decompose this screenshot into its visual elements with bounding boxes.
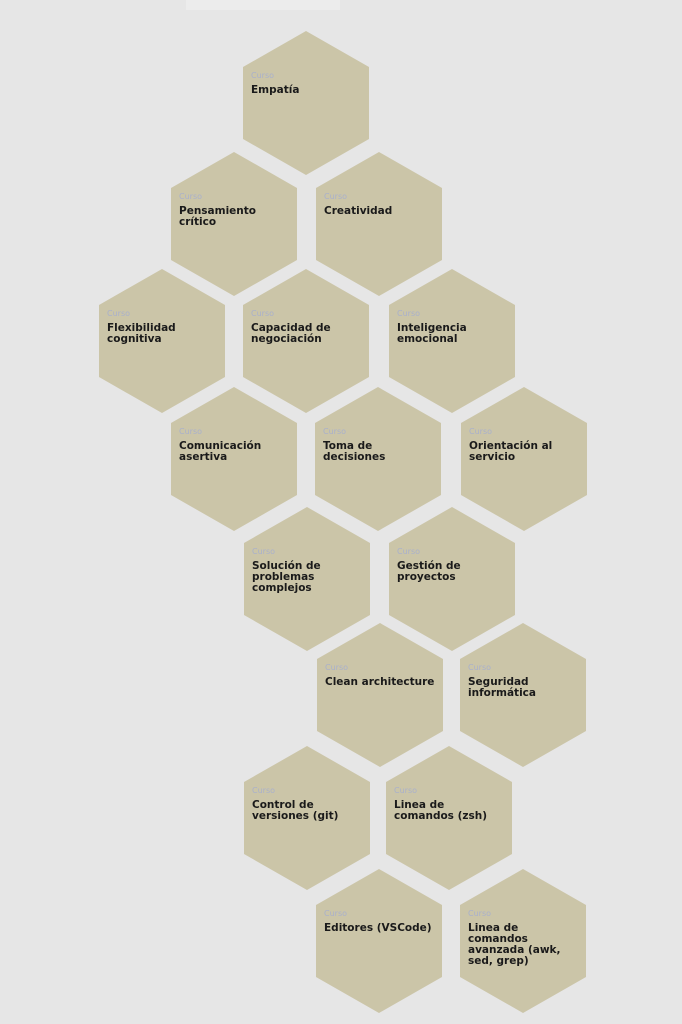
course-title: Solución de problemas complejos <box>252 560 321 594</box>
course-title: Control de versiones (git) <box>252 799 339 822</box>
course-title: Orientación al servicio <box>469 440 553 463</box>
course-hex-gestion-proyectos[interactable]: Curso Gestión de proyectos <box>389 507 515 651</box>
course-kicker: Curso <box>107 309 131 318</box>
course-kicker: Curso <box>179 427 203 436</box>
course-hex-inteligencia-emocional[interactable]: Curso Inteligencia emocional <box>389 269 515 413</box>
course-kicker: Curso <box>394 786 418 795</box>
course-title: Clean architecture <box>325 676 435 688</box>
course-title: Gestión de proyectos <box>397 560 461 583</box>
course-title: Toma de decisiones <box>323 440 386 463</box>
course-hex-solucion-problemas[interactable]: Curso Solución de problemas complejos <box>244 507 370 651</box>
course-kicker: Curso <box>179 192 203 201</box>
course-kicker: Curso <box>323 427 347 436</box>
course-hex-linea-comandos[interactable]: Curso Linea de comandos (zsh) <box>386 746 512 890</box>
course-title: Linea de comandos avanzada (awk, sed, gr… <box>468 922 561 967</box>
course-kicker: Curso <box>252 547 276 556</box>
course-title: Editores (VSCode) <box>324 922 432 934</box>
course-hex-toma-decisiones[interactable]: Curso Toma de decisiones <box>315 387 441 531</box>
course-hex-capacidad-negociacion[interactable]: Curso Capacidad de negociación <box>243 269 369 413</box>
course-title: Creatividad <box>324 205 393 217</box>
top-strip <box>186 0 340 10</box>
course-kicker: Curso <box>251 309 275 318</box>
course-hex-pensamiento-critico[interactable]: Curso Pensamiento crítico <box>171 152 297 296</box>
course-hex-flexibilidad-cognitiva[interactable]: Curso Flexibilidad cognitiva <box>99 269 225 413</box>
course-title: Empatía <box>251 84 300 96</box>
course-kicker: Curso <box>252 786 276 795</box>
course-title: Linea de comandos (zsh) <box>394 799 488 822</box>
course-kicker: Curso <box>469 427 493 436</box>
course-hex-clean-architecture[interactable]: Curso Clean architecture <box>317 623 443 767</box>
course-hex-linea-comandos-avanzada[interactable]: Curso Linea de comandos avanzada (awk, s… <box>460 869 586 1013</box>
course-title: Pensamiento crítico <box>179 205 256 228</box>
course-hex-empatia[interactable]: Curso Empatía <box>243 31 369 175</box>
course-title: Capacidad de negociación <box>251 322 331 345</box>
course-hex-seguridad-informatica[interactable]: Curso Seguridad informática <box>460 623 586 767</box>
course-title: Comunicación asertiva <box>179 440 262 463</box>
course-kicker: Curso <box>468 663 492 672</box>
course-hex-editores-vscode[interactable]: Curso Editores (VSCode) <box>316 869 442 1013</box>
course-kicker: Curso <box>397 309 421 318</box>
course-kicker: Curso <box>324 909 348 918</box>
course-hex-control-versiones[interactable]: Curso Control de versiones (git) <box>244 746 370 890</box>
course-hex-creatividad[interactable]: Curso Creatividad <box>316 152 442 296</box>
course-hex-comunicacion-asertiva[interactable]: Curso Comunicación asertiva <box>171 387 297 531</box>
course-title: Inteligencia emocional <box>397 322 467 345</box>
course-title: Flexibilidad cognitiva <box>107 322 176 345</box>
course-kicker: Curso <box>468 909 492 918</box>
course-kicker: Curso <box>324 192 348 201</box>
course-kicker: Curso <box>397 547 421 556</box>
course-title: Seguridad informática <box>468 676 536 699</box>
course-kicker: Curso <box>251 71 275 80</box>
course-hex-orientacion-servicio[interactable]: Curso Orientación al servicio <box>461 387 587 531</box>
course-kicker: Curso <box>325 663 349 672</box>
